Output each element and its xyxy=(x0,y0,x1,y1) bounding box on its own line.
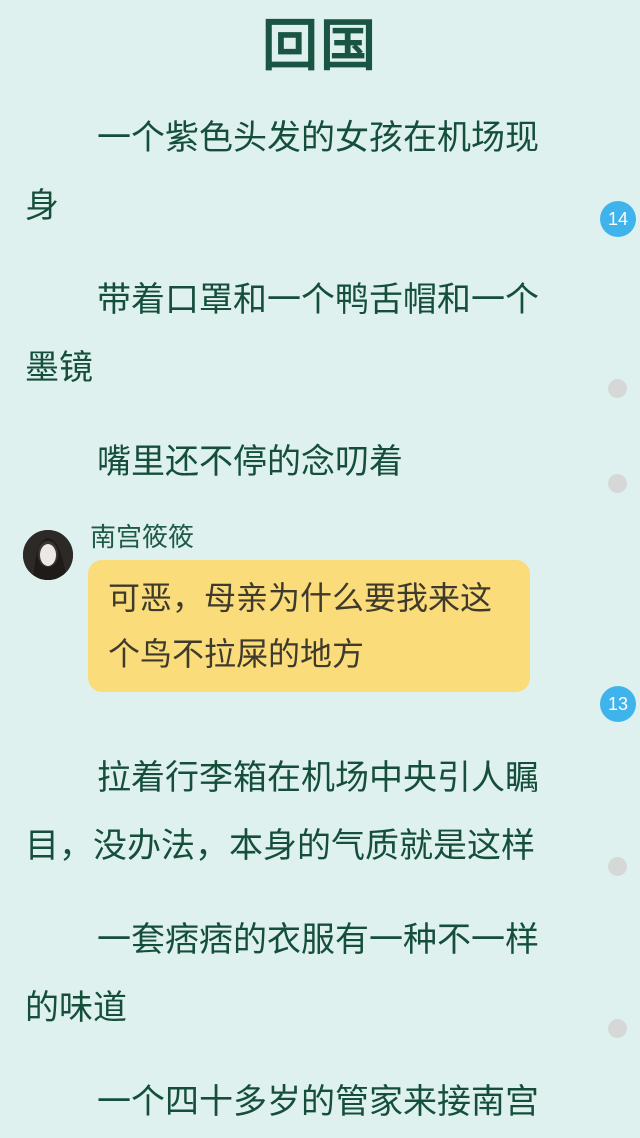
paragraph-6: 一个四十多岁的管家来接南宫 xyxy=(97,1082,539,1122)
paragraph-2: 带着口罩和一个鸭舌帽和一个墨镜 xyxy=(25,280,539,388)
comment-dot-2[interactable] xyxy=(608,474,627,493)
paragraph-1: 一个紫色头发的女孩在机场现身 xyxy=(25,118,539,226)
paragraph-4: 拉着行李箱在机场中央引人瞩目，没办法，本身的气质就是这样 xyxy=(25,758,539,866)
paragraph-3: 嘴里还不停的念叨着 xyxy=(97,442,403,482)
comment-dot-1[interactable] xyxy=(608,379,627,398)
comment-dot-3[interactable] xyxy=(608,857,627,876)
chat-bubble: 可恶，母亲为什么要我来这个鸟不拉屎的地方 xyxy=(88,560,530,692)
comment-count-badge-1[interactable]: 14 xyxy=(600,201,636,237)
comment-dot-4[interactable] xyxy=(608,1019,627,1038)
chapter-title: 回国 xyxy=(262,14,378,79)
comment-count-badge-2[interactable]: 13 xyxy=(600,686,636,722)
speaker-avatar[interactable] xyxy=(23,530,73,580)
speaker-name: 南宫筱筱 xyxy=(90,523,195,553)
paragraph-5: 一套痞痞的衣服有一种不一样的味道 xyxy=(25,920,539,1028)
